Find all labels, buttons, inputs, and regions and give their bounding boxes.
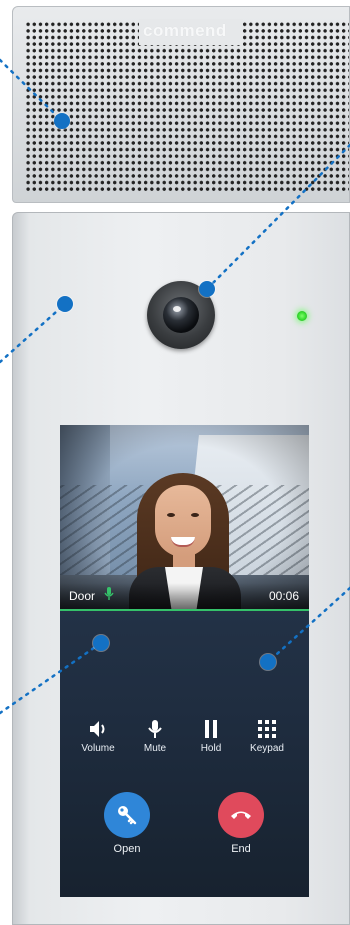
mute-button[interactable]: Mute bbox=[124, 720, 186, 760]
end-call-button[interactable] bbox=[218, 792, 264, 838]
keypad-button[interactable]: Keypad bbox=[236, 720, 298, 760]
call-controls: Volume Mute Hold Keypad bbox=[60, 720, 309, 760]
keypad-icon bbox=[258, 720, 276, 738]
microphone-active-icon bbox=[104, 587, 114, 600]
callout-dot-speaker bbox=[54, 113, 70, 129]
mute-label: Mute bbox=[143, 743, 167, 754]
brand-logo: commend bbox=[143, 21, 227, 40]
hold-button[interactable]: Hold bbox=[180, 720, 242, 760]
open-label: Open bbox=[113, 843, 141, 855]
callout-dot-display-left bbox=[93, 635, 109, 651]
volume-label: Volume bbox=[81, 743, 115, 754]
end-label: End bbox=[231, 843, 251, 855]
callout-dot-display-right bbox=[260, 654, 276, 670]
speaker-grille bbox=[25, 21, 349, 193]
volume-button[interactable]: Volume bbox=[67, 720, 129, 760]
speaker-icon bbox=[90, 721, 105, 737]
intercom-device: commend Door 00:06 Volume Mute Hold Keyp… bbox=[0, 0, 350, 925]
pause-icon bbox=[205, 720, 217, 738]
keypad-label: Keypad bbox=[250, 743, 284, 754]
status-led bbox=[297, 311, 307, 321]
video-source-label: Door bbox=[69, 589, 96, 603]
call-status-bar bbox=[60, 609, 309, 611]
microphone-icon bbox=[148, 720, 162, 738]
key-icon bbox=[118, 806, 137, 825]
callout-dot-panel bbox=[57, 296, 73, 312]
hang-up-icon bbox=[231, 811, 251, 819]
call-timer: 00:06 bbox=[268, 589, 299, 603]
hold-label: Hold bbox=[200, 743, 222, 754]
speaker-panel: commend bbox=[12, 6, 350, 203]
callout-dot-camera bbox=[199, 281, 215, 297]
camera-lens bbox=[163, 297, 199, 333]
video-feed: Door 00:06 bbox=[60, 425, 309, 611]
open-door-button[interactable] bbox=[104, 792, 150, 838]
